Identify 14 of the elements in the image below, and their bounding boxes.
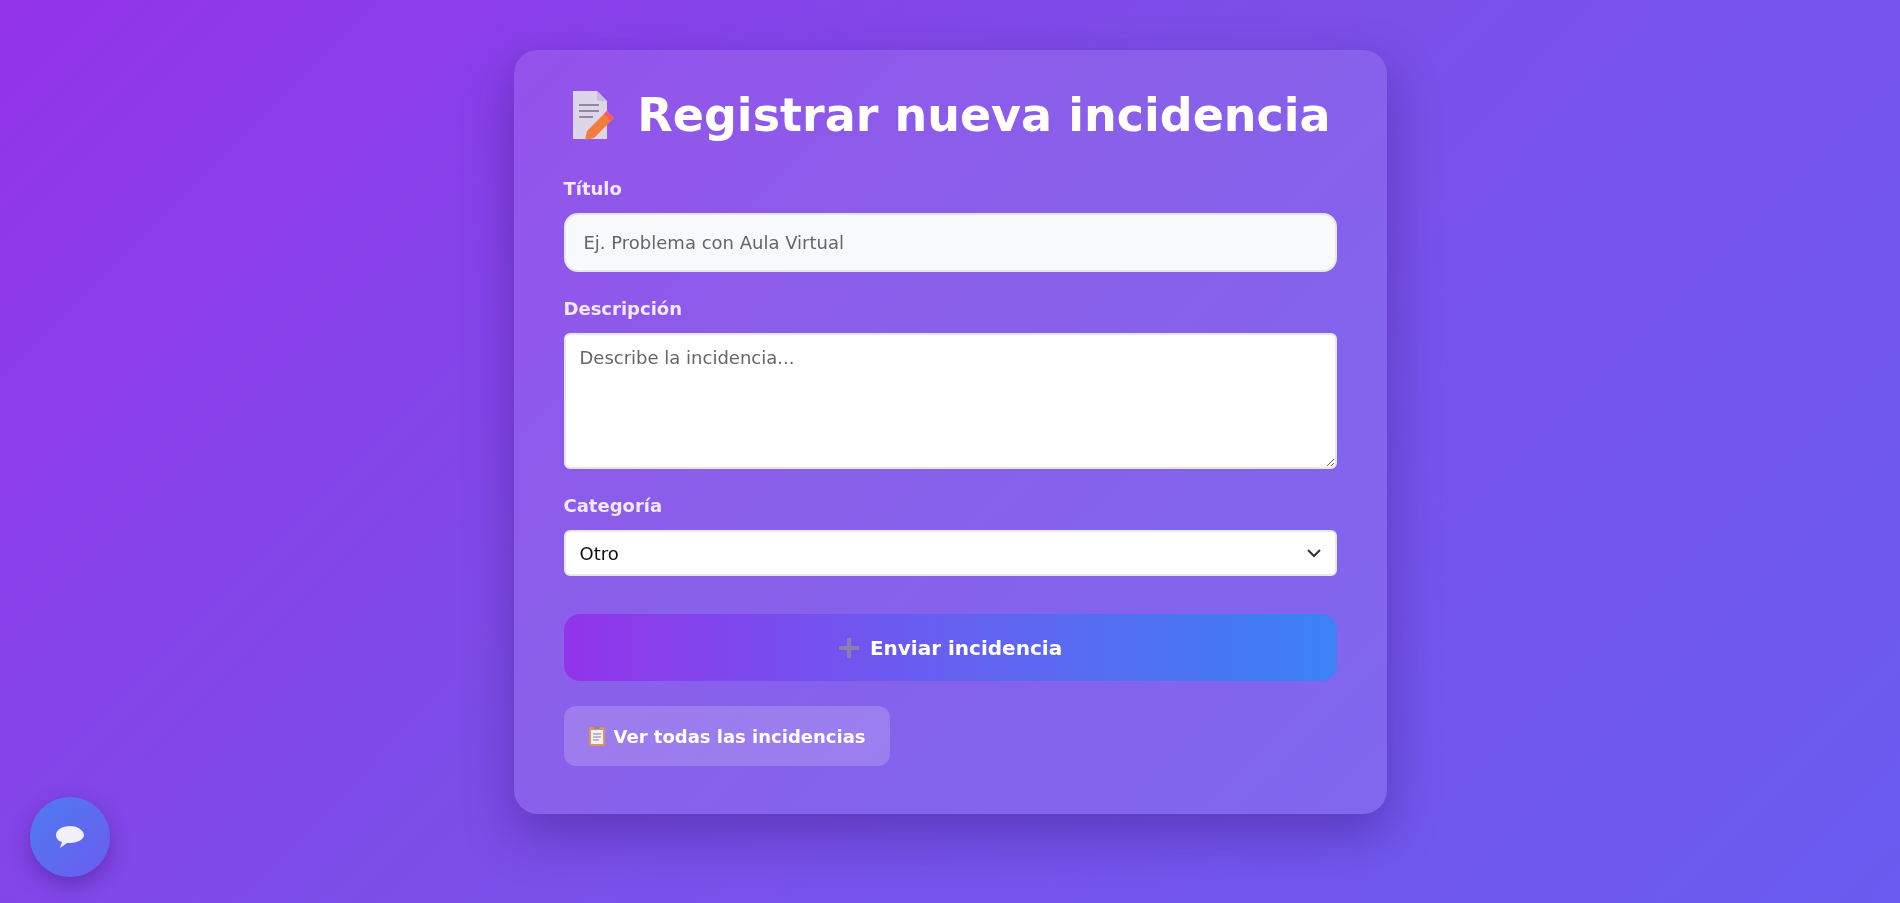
speech-bubble-icon	[55, 825, 85, 849]
chat-button[interactable]	[30, 797, 110, 877]
clipboard-icon	[587, 725, 606, 747]
category-select[interactable]: Otro	[563, 530, 1337, 576]
field-label: Título	[563, 178, 623, 199]
description-text-area[interactable]: Describe la incidencia...	[563, 333, 1337, 469]
form-title: Registrar nueva incidencia	[637, 88, 1331, 142]
submit-button[interactable]: Enviar incidencia	[563, 614, 1337, 681]
field-label: Categoría	[563, 495, 664, 516]
field-label: Descripción	[563, 298, 683, 319]
chevron-down-icon	[1306, 548, 1321, 558]
title-input-field[interactable]: Ej. Problema con Aula Virtual	[563, 213, 1337, 272]
plus-icon	[837, 636, 860, 659]
view-all-button[interactable]: Ver todas las incidencias	[563, 706, 890, 766]
